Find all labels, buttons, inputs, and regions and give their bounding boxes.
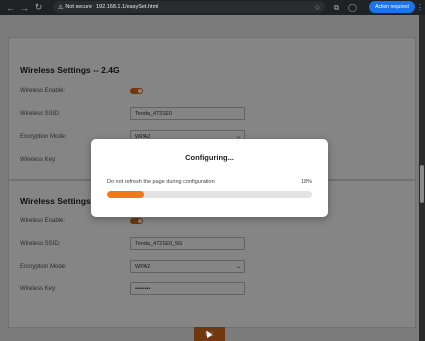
action-required-button[interactable]: Action required [369,1,415,13]
arrow-right-icon[interactable]: → [18,1,31,14]
star-icon[interactable]: ☆ [312,2,323,13]
action-required-label: Action required [375,4,409,10]
scrollbar-thumb[interactable] [420,165,424,203]
progress-percent: 18% [300,179,312,185]
menu-icon[interactable]: ⋮ [415,1,425,13]
page-scrollbar[interactable] [419,15,425,341]
security-indicator[interactable]: ⚠ Not secure [58,4,92,11]
extensions-icon[interactable]: ⧉ [331,2,342,13]
url-text[interactable]: 192.168.1.1/easySet.html [96,4,158,10]
configuring-dialog: Configuring... Do not refresh the page d… [91,139,328,217]
security-label: Not secure [65,4,92,10]
warning-icon: ⚠ [58,4,64,11]
address-bar[interactable]: ⚠ Not secure 192.168.1.1/easySet.html [53,1,325,13]
dialog-title: Configuring... [185,153,234,162]
dialog-message: Do not refresh the page during configura… [107,179,215,185]
progress-bar [107,191,312,198]
profile-icon[interactable]: ◯ [347,2,358,13]
progress-fill [107,191,144,198]
arrow-left-icon[interactable]: ← [4,1,17,14]
reload-icon[interactable]: ↻ [32,1,45,14]
